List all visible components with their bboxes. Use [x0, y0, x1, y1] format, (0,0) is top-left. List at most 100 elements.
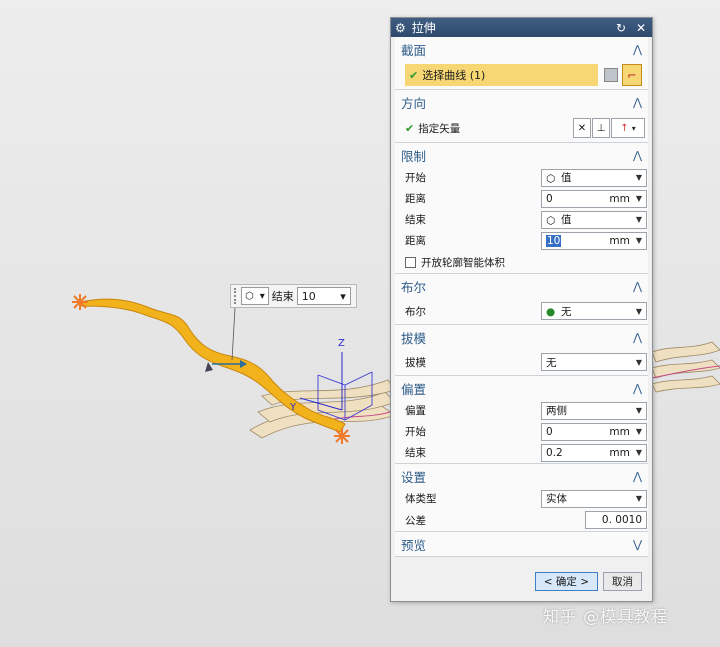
chevron-down-icon: ▾ [259, 290, 265, 302]
limits-header[interactable]: 限制 ⋀ [395, 143, 648, 167]
select-curve-label: 选择曲线 (1) [422, 69, 486, 82]
axis-y-label: Y [289, 402, 297, 413]
specify-vector-row[interactable]: ✔ 指定矢量 ✕ ⊥ ↑ ▾ [395, 114, 648, 142]
boolean-header[interactable]: 布尔 ⋀ [395, 274, 648, 298]
boolean-select[interactable]: ● 无 ▼ [541, 302, 647, 320]
offset-start-input[interactable]: 0 mm ▼ [541, 422, 647, 441]
dialog-titlebar[interactable]: ⚙ 拉伸 ↻ ✕ [391, 18, 652, 37]
reverse-direction-icon[interactable]: ✕ [573, 118, 591, 138]
chevron-up-icon[interactable]: ⋀ [633, 96, 642, 109]
floating-limit-toolbar: ⬡ ▾ 结束 10 ▾ [230, 284, 357, 308]
draft-header[interactable]: 拔模 ⋀ [395, 325, 648, 349]
boolean-value: 无 [561, 305, 572, 318]
draft-select[interactable]: 无 ▼ [541, 353, 647, 371]
chevron-down-icon: ▼ [635, 173, 642, 182]
gear-icon[interactable]: ⚙ [395, 21, 406, 35]
chevron-down-icon: ▼ [635, 406, 642, 415]
settings-group: 设置 ⋀ 体类型 实体 ▼ 公差 0. 0010 [395, 464, 648, 532]
end-row: 结束 ⬡ 值 ▼ [395, 209, 648, 230]
offset-header[interactable]: 偏置 ⋀ [395, 376, 648, 400]
reset-icon[interactable]: ↻ [614, 21, 628, 35]
direction-header-label: 方向 [401, 95, 427, 111]
open-profile-label: 开放轮廓智能体积 [421, 256, 505, 269]
offset-start-unit: mm [609, 425, 630, 438]
offset-start-value: 0 [546, 425, 553, 438]
chevron-up-icon[interactable]: ⋀ [633, 382, 642, 395]
limits-group: 限制 ⋀ 开始 ⬡ 值 ▼ 距离 0 mm ▼ 结束 ⬡ 值 ▼ 距离 10 m… [395, 143, 648, 274]
chevron-up-icon[interactable]: ⋀ [633, 470, 642, 483]
end-distance-unit: mm [609, 234, 630, 247]
limit-handle-start [72, 294, 88, 310]
chevron-up-icon[interactable]: ⋀ [633, 331, 642, 344]
preview-header[interactable]: 预览 ⋁ [395, 532, 648, 556]
check-icon: ✔ [405, 121, 415, 135]
settings-header[interactable]: 设置 ⋀ [395, 464, 648, 488]
open-profile-row[interactable]: 开放轮廓智能体积 [395, 251, 648, 273]
draft-value: 无 [546, 356, 557, 369]
extrude-dialog: ⚙ 拉伸 ↻ ✕ 截面 ⋀ ✔ 选择曲线 (1) ⌐ 方向 ⋀ ✔ 指定矢量 ✕… [390, 17, 653, 602]
check-icon: ✔ [409, 68, 419, 82]
offset-type-select[interactable]: 两侧 ▼ [541, 401, 647, 420]
start-row: 开始 ⬡ 值 ▼ [395, 167, 648, 188]
sketch-section-icon[interactable] [604, 68, 618, 82]
section-header[interactable]: 截面 ⋀ [395, 37, 648, 61]
chevron-down-icon[interactable]: ⋁ [633, 538, 642, 551]
boolean-none-icon: ● [546, 306, 556, 318]
drag-grip[interactable] [234, 288, 238, 304]
end-distance-value: 10 [546, 234, 562, 247]
start-distance-input[interactable]: 0 mm ▼ [541, 189, 647, 208]
draft-row: 拔模 无 ▼ [395, 349, 648, 375]
offset-end-input[interactable]: 0.2 mm ▼ [541, 443, 647, 462]
close-icon[interactable]: ✕ [634, 21, 648, 35]
cube-icon: ⬡ [245, 290, 254, 302]
offset-type-value: 两侧 [546, 405, 567, 417]
distance1-row: 距离 0 mm ▼ [395, 188, 648, 209]
tolerance-input[interactable]: 0. 0010 [585, 511, 647, 529]
limit-handle-end [334, 428, 350, 444]
body-type-row: 体类型 实体 ▼ [395, 488, 648, 509]
end-type-select[interactable]: ⬡ 值 ▼ [541, 210, 647, 229]
watermark: 知乎 @模具教程 [543, 607, 669, 626]
draft-group: 拔模 ⋀ 拔模 无 ▼ [395, 325, 648, 376]
end-distance-input[interactable]: 10 ▾ [296, 287, 351, 305]
start-distance-unit: mm [609, 192, 630, 205]
chevron-down-icon: ▼ [635, 236, 642, 245]
offset-group: 偏置 ⋀ 偏置 两侧 ▼ 开始 0 mm ▼ 结束 0.2 mm ▼ [395, 376, 648, 464]
chevron-up-icon[interactable]: ⋀ [633, 149, 642, 162]
offset-header-label: 偏置 [401, 381, 427, 397]
end-distance-input[interactable]: 10 mm ▼ [541, 231, 647, 250]
offset-end-unit: mm [609, 446, 630, 459]
preview-header-label: 预览 [401, 537, 427, 553]
end-distance-value: 10 [301, 289, 316, 303]
open-profile-checkbox[interactable] [405, 256, 416, 268]
curve-select-icon[interactable]: ⌐ [622, 64, 642, 86]
offset-end-row: 结束 0.2 mm ▼ [395, 442, 648, 463]
select-curve-highlight[interactable]: ✔ 选择曲线 (1) [405, 64, 598, 86]
offset-row: 偏置 两侧 ▼ [395, 400, 648, 421]
start-type-value: 值 [561, 172, 572, 184]
chevron-up-icon[interactable]: ⋀ [633, 280, 642, 293]
start-type-select[interactable]: ⬡ 值 ▼ [541, 168, 647, 187]
cancel-button[interactable]: 取消 [603, 571, 642, 591]
vector-type-select[interactable]: ↑ ▾ [611, 118, 645, 138]
chevron-down-icon: ▼ [635, 215, 642, 224]
boolean-row: 布尔 ● 无 ▼ [395, 298, 648, 324]
distance2-row: 距离 10 mm ▼ [395, 230, 648, 251]
vector-dialog-icon[interactable]: ⊥ [592, 118, 610, 138]
select-curve-row[interactable]: ✔ 选择曲线 (1) ⌐ [395, 61, 648, 89]
chevron-up-icon[interactable]: ⋀ [633, 43, 642, 56]
chevron-down-icon: ▼ [635, 448, 642, 457]
direction-group: 方向 ⋀ ✔ 指定矢量 ✕ ⊥ ↑ ▾ [395, 90, 648, 143]
start-distance-value: 0 [546, 192, 553, 205]
direction-header[interactable]: 方向 ⋀ [395, 90, 648, 114]
end-label: 结束 [271, 290, 294, 303]
body-type-select[interactable]: 实体 ▼ [541, 489, 647, 508]
tolerance-value: 0. 0010 [601, 514, 642, 526]
offset-end-value: 0.2 [546, 446, 563, 459]
limit-type-select[interactable]: ⬡ ▾ [241, 287, 269, 305]
cube-icon: ⬡ [546, 172, 556, 185]
settings-header-label: 设置 [401, 469, 427, 485]
preview-group: 预览 ⋁ [395, 532, 648, 557]
ok-button[interactable]: < 确定 > [534, 571, 598, 591]
end-type-value: 值 [561, 214, 572, 226]
